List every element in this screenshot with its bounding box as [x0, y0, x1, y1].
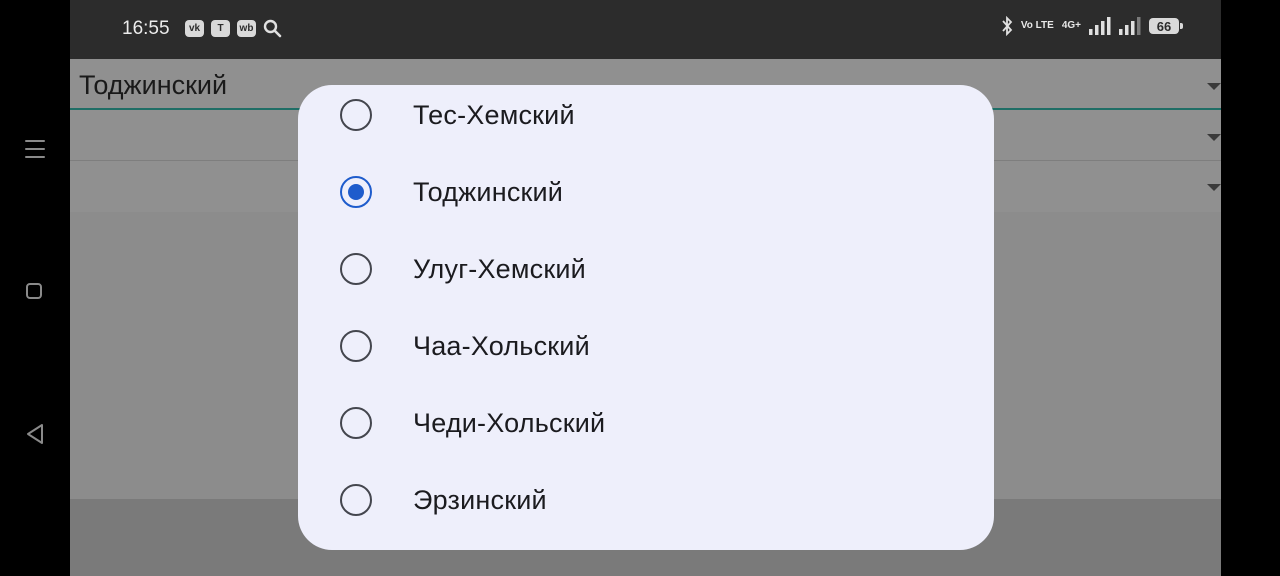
vk-icon: vk — [185, 20, 204, 37]
navigation-rail — [0, 0, 70, 576]
battery-icon: 66 — [1149, 18, 1183, 34]
radio-button[interactable] — [340, 484, 372, 516]
option-erzinsky[interactable]: Эрзинский — [298, 462, 994, 539]
radio-button[interactable] — [340, 330, 372, 362]
radio-button[interactable] — [340, 253, 372, 285]
district-selection-dialog: Тес-Хемский Тоджинский Улуг-Хемский Чаа-… — [298, 85, 994, 550]
home-icon[interactable] — [26, 283, 42, 299]
radio-button-checked[interactable] — [340, 176, 372, 208]
radio-button[interactable] — [340, 99, 372, 131]
bluetooth-icon — [1002, 16, 1013, 36]
radio-button[interactable] — [340, 407, 372, 439]
option-label: Тес-Хемский — [413, 100, 575, 130]
menu-icon[interactable] — [25, 140, 45, 158]
option-label: Улуг-Хемский — [413, 254, 586, 284]
spinner-value: Тоджинский — [79, 70, 228, 100]
status-time: 16:55 — [122, 18, 170, 39]
notification-icons: vk T wb — [185, 19, 282, 38]
option-todzhinsky[interactable]: Тоджинский — [298, 154, 994, 231]
option-chedi-kholsky[interactable]: Чеди-Хольский — [298, 385, 994, 462]
system-icons: Vo LTE 4G+ 66 — [1001, 16, 1183, 36]
dropdown-arrow-icon — [1207, 134, 1221, 141]
option-ulug-khemsky[interactable]: Улуг-Хемский — [298, 231, 994, 308]
option-label: Чаа-Хольский — [413, 331, 590, 361]
option-tes-khemsky[interactable]: Тес-Хемский — [298, 85, 994, 154]
back-icon[interactable] — [24, 423, 46, 445]
network-type: 4G+ — [1061, 20, 1081, 31]
dropdown-arrow-icon — [1207, 83, 1221, 90]
volte-indicator: Vo LTE — [1020, 20, 1054, 31]
option-label: Эрзинский — [413, 485, 547, 515]
wildberries-icon: wb — [237, 20, 256, 37]
option-label: Тоджинский — [413, 177, 564, 207]
search-icon — [263, 19, 282, 38]
dropdown-arrow-icon — [1207, 184, 1221, 191]
status-bar: 16:55 vk T wb Vo LTE 4G+ 66 — [70, 0, 1221, 59]
signal-icon — [1089, 17, 1111, 35]
option-label: Чеди-Хольский — [413, 408, 606, 438]
option-chaa-kholsky[interactable]: Чаа-Хольский — [298, 308, 994, 385]
signal-icon-2 — [1119, 17, 1141, 35]
tutu-icon: T — [211, 20, 230, 37]
